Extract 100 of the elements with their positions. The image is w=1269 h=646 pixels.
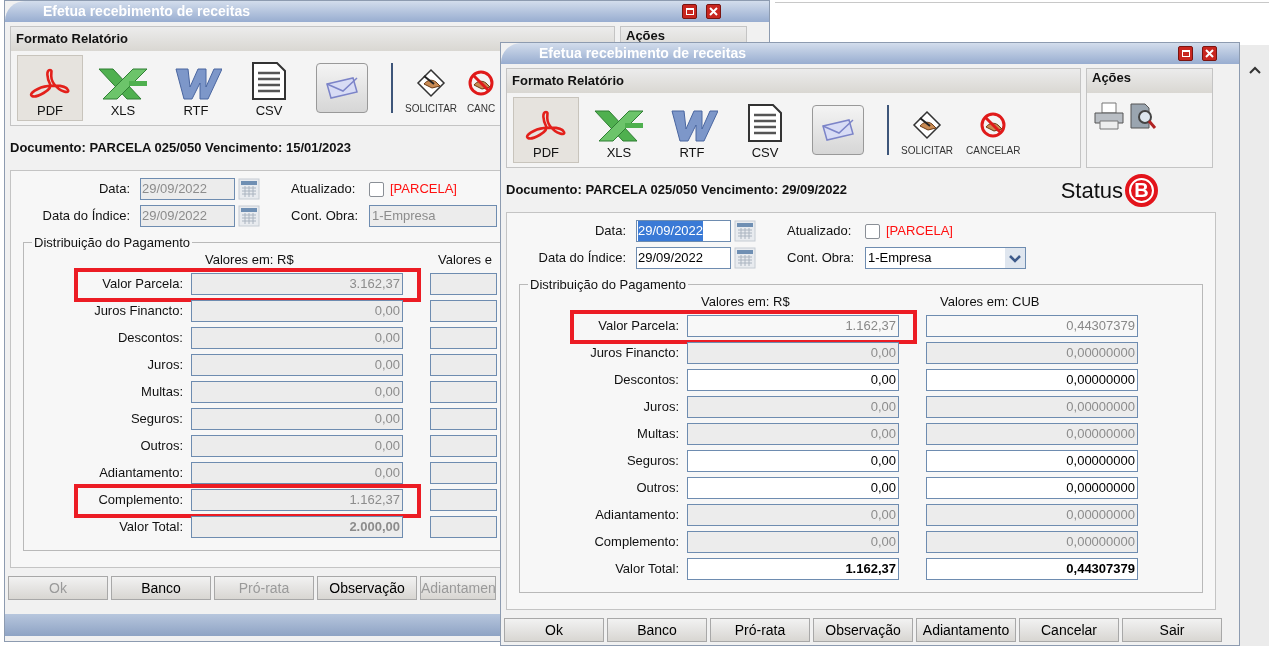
amount-field[interactable]: 0,00 bbox=[687, 450, 899, 472]
amount-field[interactable] bbox=[430, 489, 497, 511]
field-label: Multas: bbox=[636, 425, 680, 444]
field-label: Valor Total: bbox=[118, 518, 184, 537]
field-label: Seguros: bbox=[129, 410, 184, 429]
field-label: Data do Índice: bbox=[537, 249, 627, 268]
action-button[interactable]: Pró-rata bbox=[710, 618, 810, 642]
amount-field[interactable] bbox=[430, 327, 497, 349]
amount-field[interactable]: 0,00000000 bbox=[926, 477, 1138, 499]
amount-field[interactable] bbox=[430, 435, 497, 457]
document-icon bbox=[249, 61, 289, 101]
amount-field[interactable]: 0,00000000 bbox=[926, 450, 1138, 472]
amount-field[interactable] bbox=[430, 516, 497, 538]
action-button[interactable]: Observação bbox=[813, 618, 913, 642]
action-button[interactable]: CANC bbox=[466, 58, 497, 118]
calendar-icon[interactable] bbox=[238, 178, 260, 200]
field-label: Cont. Obra: bbox=[787, 249, 856, 268]
action-button[interactable]: Banco bbox=[111, 576, 211, 600]
field-label: Data do Índice: bbox=[41, 207, 131, 226]
dropdown[interactable]: 1-Empresa bbox=[865, 247, 1026, 269]
amount-field[interactable] bbox=[430, 408, 497, 430]
amount-field[interactable]: 0,00 bbox=[687, 477, 899, 499]
amount-field[interactable] bbox=[430, 381, 497, 403]
field-label: Juros: bbox=[642, 398, 680, 417]
panel-title: Ações bbox=[626, 29, 666, 42]
amount-field[interactable]: 1.162,37 bbox=[687, 558, 899, 580]
field-label: Outros: bbox=[139, 437, 184, 456]
amount-field[interactable]: 0,00 bbox=[687, 369, 899, 391]
scrollbar[interactable] bbox=[1240, 45, 1269, 646]
action-button[interactable]: Adiantamento bbox=[916, 618, 1016, 642]
column-header: Valores e bbox=[437, 252, 493, 267]
status-badge: B bbox=[1125, 173, 1158, 207]
action-button[interactable]: SOLICITAR bbox=[901, 100, 954, 160]
envelope-icon bbox=[325, 76, 359, 100]
field-label: Complemento: bbox=[97, 491, 184, 510]
status-label: Status bbox=[1060, 176, 1123, 205]
format-button[interactable]: XLS bbox=[586, 97, 652, 163]
calendar-icon[interactable] bbox=[734, 247, 756, 269]
document-info: Documento: PARCELA 025/050 Vencimento: 15/01/2023 bbox=[10, 139, 351, 158]
action-button[interactable]: SOLICITAR bbox=[405, 58, 458, 118]
format-button[interactable]: CSV bbox=[732, 97, 798, 163]
amount-field[interactable] bbox=[430, 354, 497, 376]
amount-field[interactable] bbox=[430, 273, 497, 295]
checkbox[interactable] bbox=[369, 181, 384, 197]
checkbox[interactable] bbox=[865, 223, 880, 239]
group-title: Distribuição do Pagamento bbox=[529, 276, 688, 294]
calendar-icon[interactable] bbox=[238, 205, 260, 227]
column-header: Valores em: R$ bbox=[204, 252, 295, 267]
format-button[interactable]: PDF bbox=[513, 97, 579, 163]
action-button[interactable]: CANCELAR bbox=[966, 100, 1021, 160]
format-button[interactable]: CSV bbox=[236, 55, 302, 121]
close-button[interactable] bbox=[1202, 46, 1217, 61]
calendar-icon[interactable] bbox=[734, 220, 756, 242]
document-icon bbox=[745, 103, 785, 143]
field-label: Descontos: bbox=[116, 329, 184, 348]
field-label: Multas: bbox=[140, 383, 184, 402]
close-button[interactable] bbox=[706, 4, 721, 19]
field-label: Adiantamento: bbox=[98, 464, 184, 483]
format-button[interactable]: RTF bbox=[163, 55, 229, 121]
format-button[interactable]: PDF bbox=[17, 55, 83, 121]
field-label: Adiantamento: bbox=[594, 506, 680, 525]
field-label: Juros Financto: bbox=[589, 344, 680, 363]
window-title: Efetua recebimento de receitas bbox=[539, 44, 747, 63]
amount-field[interactable]: 0,00000000 bbox=[926, 369, 1138, 391]
chevron-up-icon[interactable] bbox=[1247, 65, 1262, 75]
field-label: Juros: bbox=[146, 356, 184, 375]
field-label: Complemento: bbox=[593, 533, 680, 552]
action-button[interactable]: Sair bbox=[1122, 618, 1222, 642]
close-icon bbox=[1205, 49, 1214, 58]
action-button[interactable]: Cancelar bbox=[1019, 618, 1119, 642]
email-button[interactable] bbox=[812, 105, 864, 155]
amount-field[interactable]: 0,44307379 bbox=[926, 558, 1138, 580]
action-button[interactable]: Ok bbox=[504, 618, 604, 642]
date-field[interactable]: 29/09/2022 bbox=[636, 247, 731, 269]
maximize-button[interactable] bbox=[682, 4, 697, 19]
field-label: Valor Total: bbox=[614, 560, 680, 579]
panel-title: Formato Relatório bbox=[512, 72, 624, 91]
column-header: Valores em: R$ bbox=[700, 294, 791, 309]
action-button[interactable]: Observação bbox=[317, 576, 417, 600]
amount-field[interactable] bbox=[430, 462, 497, 484]
field-label: Atualizado: bbox=[291, 180, 357, 199]
maximize-button[interactable] bbox=[1178, 46, 1193, 61]
pdf-icon bbox=[524, 109, 568, 143]
search-document-icon[interactable] bbox=[1128, 101, 1158, 131]
column-header: Valores em: CUB bbox=[939, 294, 1041, 309]
format-button[interactable]: RTF bbox=[659, 97, 725, 163]
field-label: Atualizado: bbox=[787, 222, 853, 241]
spreadsheet-icon bbox=[593, 109, 645, 143]
action-button[interactable]: Banco bbox=[607, 618, 707, 642]
panel-title: Formato Relatório bbox=[16, 30, 128, 49]
amount-field[interactable] bbox=[430, 300, 497, 322]
field-label: Data: bbox=[97, 180, 131, 199]
format-button[interactable]: XLS bbox=[90, 55, 156, 121]
parcel-note: [PARCELA] bbox=[390, 180, 457, 199]
email-button[interactable] bbox=[316, 63, 368, 113]
panel-title: Ações bbox=[1092, 71, 1132, 84]
pdf-icon bbox=[28, 67, 72, 101]
spreadsheet-icon bbox=[97, 67, 149, 101]
date-field[interactable]: 29/09/2022 bbox=[636, 220, 731, 242]
field-label: Seguros: bbox=[625, 452, 680, 471]
